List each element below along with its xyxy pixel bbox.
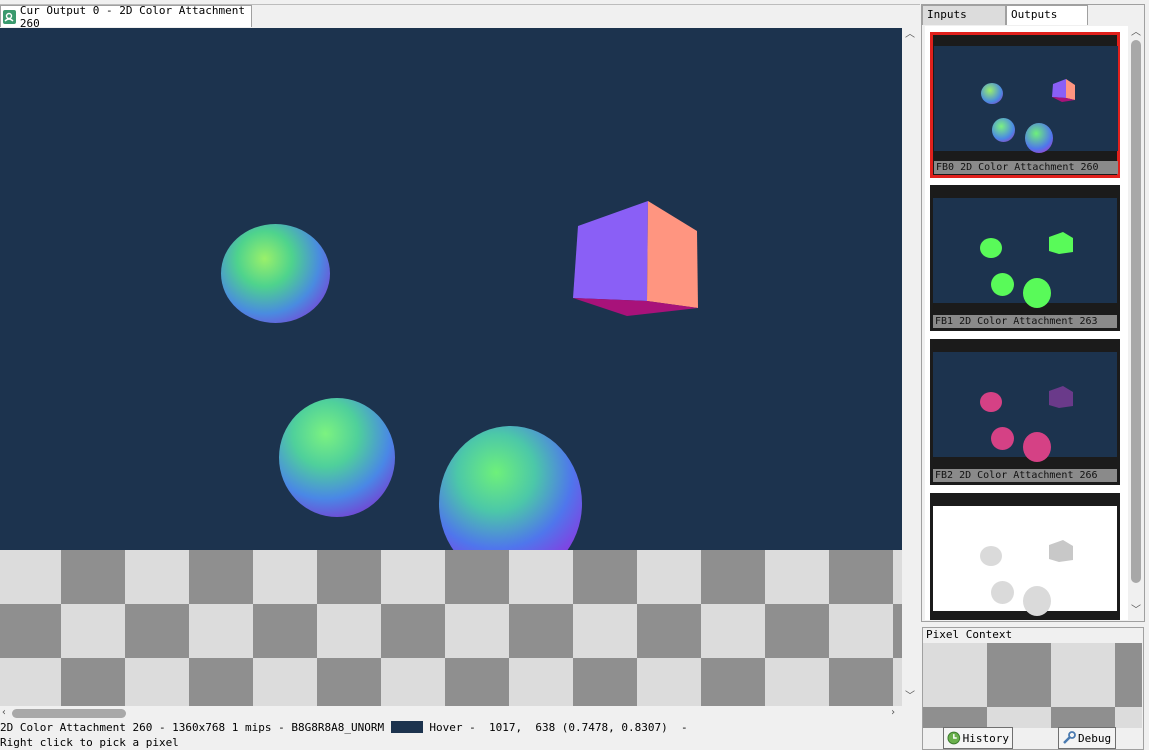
history-icon	[947, 731, 961, 745]
checker-cell	[765, 658, 829, 706]
thumbnail-scroll-thumb[interactable]	[1131, 40, 1141, 583]
checker-cell	[509, 658, 573, 706]
scroll-down-icon[interactable]: ﹀	[1131, 606, 1141, 616]
checker-cell	[253, 550, 317, 604]
thumbnail-label: FB2 2D Color Attachment 266	[933, 469, 1117, 482]
checker-cell	[893, 604, 902, 658]
history-label: History	[962, 731, 1009, 745]
checker-cell	[701, 550, 765, 604]
thumbnail-depth[interactable]	[930, 493, 1120, 620]
pixel-context-cell	[1051, 707, 1115, 728]
texture-viewport[interactable]	[0, 28, 902, 706]
checker-cell	[701, 604, 765, 658]
thumbnail-image	[933, 198, 1117, 308]
tab-inputs[interactable]: Inputs	[922, 5, 1006, 25]
debug-button[interactable]: Debug	[1058, 727, 1116, 749]
checker-cell	[317, 550, 381, 604]
thumbnail-image	[933, 352, 1117, 462]
checker-cell	[509, 550, 573, 604]
scroll-up-icon[interactable]: ︿	[1131, 28, 1141, 38]
tab-title: Cur Output 0 - 2D Color Attachment 260	[19, 3, 246, 30]
checker-cell	[189, 604, 253, 658]
tab-cur-output[interactable]: Cur Output 0 - 2D Color Attachment 260	[0, 3, 252, 30]
checker-cell	[0, 550, 61, 604]
texture-info: 2D Color Attachment 260 - 1360x768 1 mip…	[0, 721, 385, 734]
scroll-right-icon[interactable]: ›	[890, 708, 896, 718]
scroll-up-icon[interactable]: ︿	[905, 30, 915, 40]
scroll-left-icon[interactable]: ‹	[1, 708, 7, 718]
cube	[573, 201, 698, 316]
checker-cell	[189, 658, 253, 706]
checker-cell	[317, 658, 381, 706]
thumbnail-fb1[interactable]: FB1 2D Color Attachment 263	[930, 185, 1120, 331]
checker-cell	[253, 658, 317, 706]
checker-cell	[381, 550, 445, 604]
pixel-context-title: Pixel Context	[926, 628, 1013, 641]
status-hint: Right click to pick a pixel	[0, 736, 179, 749]
checker-cell	[381, 658, 445, 706]
status-line: 2D Color Attachment 260 - 1360x768 1 mip…	[0, 721, 688, 735]
checker-cell	[509, 604, 573, 658]
checker-cell	[829, 550, 893, 604]
horizontal-scroll-thumb[interactable]	[12, 709, 126, 718]
checker-cell	[573, 550, 637, 604]
checker-cell	[125, 658, 189, 706]
tab-outputs[interactable]: Outputs	[1006, 5, 1088, 25]
thumbnail-fb2[interactable]: FB2 2D Color Attachment 266	[930, 339, 1120, 485]
checker-cell	[573, 604, 637, 658]
checker-cell	[637, 604, 701, 658]
checker-cell	[253, 604, 317, 658]
checker-cell	[573, 658, 637, 706]
pixel-context-cell	[1115, 643, 1142, 707]
checker-cell	[893, 550, 902, 604]
sphere-top-left	[221, 224, 330, 323]
pixel-context-view[interactable]	[923, 643, 1142, 728]
debug-label: Debug	[1078, 731, 1112, 745]
scroll-down-icon[interactable]: ﹀	[905, 692, 915, 702]
checker-floor	[0, 550, 902, 706]
hover-color-swatch	[390, 721, 423, 733]
texture-viewer-icon	[3, 9, 16, 24]
checker-cell	[445, 550, 509, 604]
checker-cell	[637, 658, 701, 706]
viewport-horizontal-scrollbar[interactable]: ‹ ›	[0, 706, 902, 720]
thumbnail-list: FB0 2D Color Attachment 260 FB1 2D Color…	[925, 26, 1128, 620]
checker-cell	[701, 658, 765, 706]
checker-cell	[637, 550, 701, 604]
checker-cell	[445, 658, 509, 706]
history-button[interactable]: History	[943, 727, 1013, 749]
checker-cell	[381, 604, 445, 658]
thumbnail-label: FB0 2D Color Attachment 260	[934, 161, 1118, 174]
checker-cell	[829, 658, 893, 706]
thumbnail-fb0[interactable]: FB0 2D Color Attachment 260	[930, 32, 1120, 178]
checker-cell	[61, 604, 125, 658]
checker-cell	[0, 604, 61, 658]
thumbnail-image	[933, 506, 1117, 616]
thumbnail-image	[934, 46, 1118, 153]
checker-cell	[125, 604, 189, 658]
pixel-context-cell	[987, 643, 1051, 707]
thumbnail-label: FB1 2D Color Attachment 263	[933, 315, 1117, 328]
checker-cell	[125, 550, 189, 604]
debug-icon	[1063, 731, 1076, 744]
checker-cell	[893, 658, 902, 706]
checker-cell	[0, 658, 61, 706]
checker-cell	[765, 550, 829, 604]
pixel-context-cell	[923, 707, 987, 728]
checker-cell	[829, 604, 893, 658]
sphere-middle	[279, 398, 395, 517]
checker-cell	[61, 658, 125, 706]
checker-cell	[317, 604, 381, 658]
hover-info: Hover - 1017, 638 (0.7478, 0.8307) -	[429, 721, 688, 734]
checker-cell	[61, 550, 125, 604]
checker-cell	[189, 550, 253, 604]
checker-cell	[765, 604, 829, 658]
checker-cell	[445, 604, 509, 658]
viewport-vertical-scrollbar[interactable]: ︿ ﹀	[902, 28, 918, 706]
